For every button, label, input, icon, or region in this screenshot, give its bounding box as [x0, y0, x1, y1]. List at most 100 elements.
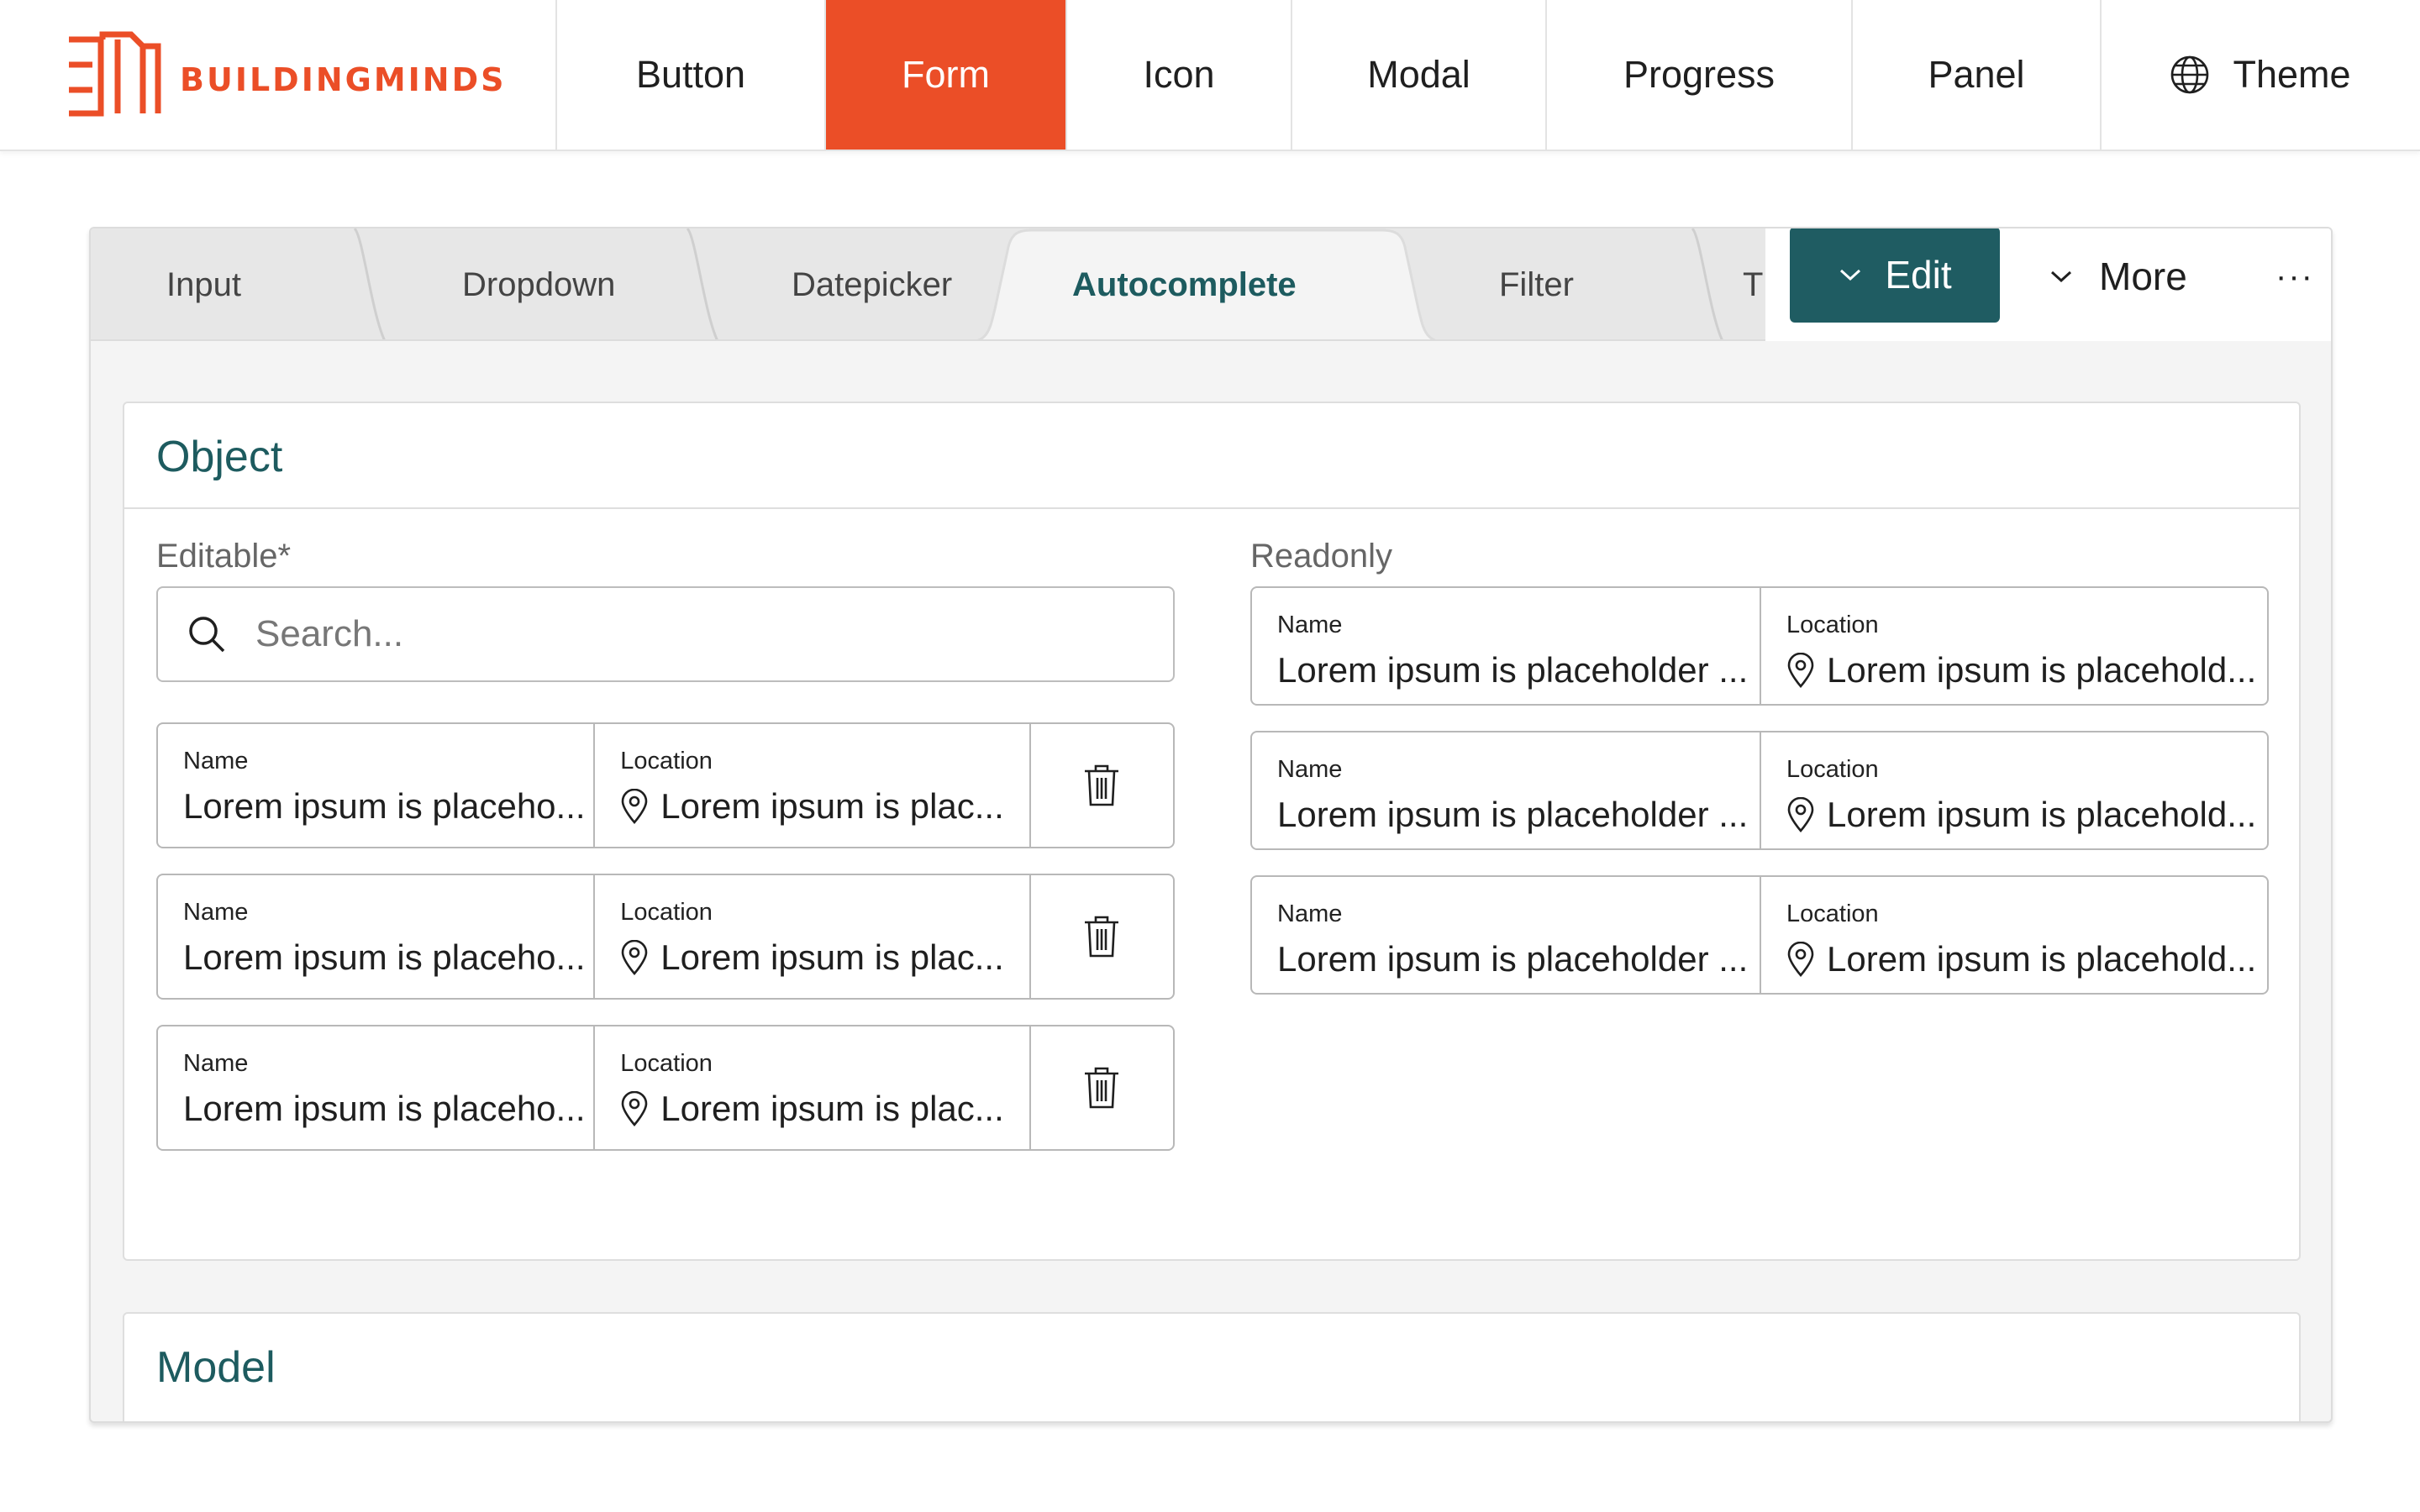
location-value: Lorem ipsum is placehold... [1827, 795, 2257, 834]
location-value-wrap: Lorem ipsum is plac... [620, 1089, 1004, 1129]
tab-truncated[interactable]: T [1743, 228, 1763, 339]
name-value: Lorem ipsum is placeho... [183, 1089, 586, 1128]
chevron-down-icon [2050, 270, 2072, 283]
editable-row: Name Lorem ipsum is placeho... Location … [156, 722, 1175, 848]
name-cell[interactable]: Name Lorem ipsum is placeho... [158, 875, 593, 998]
section-title: Object [156, 433, 283, 481]
location-cell[interactable]: Location Lorem ipsum is plac... [593, 1026, 1028, 1149]
name-value: Lorem ipsum is placeholder ... [1277, 795, 1749, 834]
form-showcase-card: Input Dropdown Datepicker Autocomplete F… [89, 227, 2333, 1423]
tab-datepicker[interactable]: Datepicker [792, 228, 952, 339]
more-label: More [2099, 255, 2187, 298]
location-cell: Location Lorem ipsum is placehold... [1760, 588, 2267, 704]
location-pin-icon [1787, 653, 1814, 688]
object-section: Object Editable* Name Lorem ipsum is pla… [123, 402, 2301, 1261]
tab-separator [686, 228, 718, 339]
name-cell[interactable]: Name Lorem ipsum is placeho... [158, 724, 593, 847]
tab-dropdown[interactable]: Dropdown [462, 228, 615, 339]
overflow-menu-button[interactable]: ··· [2275, 228, 2314, 324]
tab-filter[interactable]: Filter [1499, 228, 1574, 339]
location-cell: Location Lorem ipsum is placehold... [1760, 877, 2267, 993]
location-label: Location [620, 1050, 713, 1077]
location-label: Location [620, 899, 713, 926]
readonly-label: Readonly [1250, 538, 1393, 575]
name-cell[interactable]: Name Lorem ipsum is placeho... [158, 1026, 593, 1149]
readonly-row: Name Lorem ipsum is placeholder ... Loca… [1250, 731, 2269, 850]
model-section: Model [123, 1312, 2301, 1421]
tab-autocomplete[interactable]: Autocomplete [1072, 228, 1297, 339]
app-root: BUILDINGMINDS Button Form Icon Modal Pro… [0, 0, 2420, 1512]
more-button[interactable]: More [2049, 228, 2187, 324]
search-input[interactable] [255, 613, 1096, 655]
name-label: Name [183, 748, 249, 774]
globe-icon [2171, 55, 2209, 94]
nav-item-icon[interactable]: Icon [1067, 0, 1292, 150]
location-cell: Location Lorem ipsum is placehold... [1760, 732, 2267, 848]
location-value-wrap: Lorem ipsum is placehold... [1786, 650, 2256, 690]
buildingminds-logo-icon [69, 31, 161, 117]
location-label: Location [1786, 756, 1879, 783]
delete-row-button[interactable] [1028, 875, 1173, 998]
top-navigation: BUILDINGMINDS Button Form Icon Modal Pro… [0, 0, 2420, 151]
location-pin-icon [621, 940, 648, 975]
theme-button[interactable]: Theme [2102, 0, 2418, 150]
location-cell[interactable]: Location Lorem ipsum is plac... [593, 724, 1028, 847]
location-label: Location [620, 748, 713, 774]
tab-separator [1691, 228, 1723, 339]
location-value: Lorem ipsum is plac... [660, 786, 1004, 826]
location-pin-icon [1787, 797, 1814, 832]
delete-row-button[interactable] [1028, 1026, 1173, 1149]
name-value: Lorem ipsum is placeholder ... [1277, 939, 1749, 979]
location-label: Location [1786, 612, 1879, 638]
trash-icon [1085, 1067, 1119, 1109]
location-cell[interactable]: Location Lorem ipsum is plac... [593, 875, 1028, 998]
nav-item-button[interactable]: Button [557, 0, 826, 150]
edit-label: Edit [1885, 253, 1952, 297]
name-value: Lorem ipsum is placeholder ... [1277, 650, 1749, 690]
section-divider [124, 507, 2299, 509]
name-value: Lorem ipsum is placeho... [183, 786, 586, 826]
edit-button[interactable]: Edit [1790, 228, 2000, 323]
name-label: Name [183, 1050, 249, 1077]
chevron-down-icon [1840, 269, 1861, 281]
nav-item-modal[interactable]: Modal [1292, 0, 1547, 150]
location-value-wrap: Lorem ipsum is placehold... [1786, 795, 2256, 835]
location-pin-icon [621, 1091, 648, 1126]
name-label: Name [183, 899, 249, 926]
trash-icon [1085, 764, 1119, 806]
tab-separator [353, 228, 386, 339]
name-label: Name [1277, 900, 1343, 927]
nav-item-form[interactable]: Form [826, 0, 1067, 150]
name-value: Lorem ipsum is placeho... [183, 937, 586, 977]
delete-row-button[interactable] [1028, 724, 1173, 847]
name-cell: Name Lorem ipsum is placeholder ... [1252, 877, 1760, 993]
nav-item-progress[interactable]: Progress [1547, 0, 1853, 150]
name-label: Name [1277, 756, 1343, 783]
trash-icon [1085, 916, 1119, 958]
location-value-wrap: Lorem ipsum is plac... [620, 937, 1004, 978]
search-icon [189, 617, 225, 653]
location-pin-icon [621, 789, 648, 824]
location-value-wrap: Lorem ipsum is plac... [620, 786, 1004, 827]
location-value: Lorem ipsum is placehold... [1827, 650, 2257, 690]
brand-name: BUILDINGMINDS [180, 61, 507, 98]
location-value: Lorem ipsum is plac... [660, 937, 1004, 977]
nav-item-panel[interactable]: Panel [1853, 0, 2102, 150]
location-value: Lorem ipsum is plac... [660, 1089, 1004, 1128]
location-value-wrap: Lorem ipsum is placehold... [1786, 939, 2256, 979]
theme-label: Theme [2233, 53, 2351, 96]
editable-row: Name Lorem ipsum is placeho... Location … [156, 874, 1175, 1000]
location-value: Lorem ipsum is placehold... [1827, 939, 2257, 979]
editable-row: Name Lorem ipsum is placeho... Location … [156, 1025, 1175, 1151]
location-pin-icon [1787, 942, 1814, 977]
search-field[interactable] [156, 586, 1175, 682]
name-cell: Name Lorem ipsum is placeholder ... [1252, 588, 1760, 704]
editable-label: Editable* [156, 538, 292, 575]
name-label: Name [1277, 612, 1343, 638]
name-cell: Name Lorem ipsum is placeholder ... [1252, 732, 1760, 848]
section-title: Model [156, 1343, 276, 1392]
brand-logo[interactable]: BUILDINGMINDS [0, 0, 557, 150]
tab-input[interactable]: Input [166, 228, 241, 339]
tab-bar: Input Dropdown Datepicker Autocomplete F… [91, 228, 1771, 341]
location-label: Location [1786, 900, 1879, 927]
